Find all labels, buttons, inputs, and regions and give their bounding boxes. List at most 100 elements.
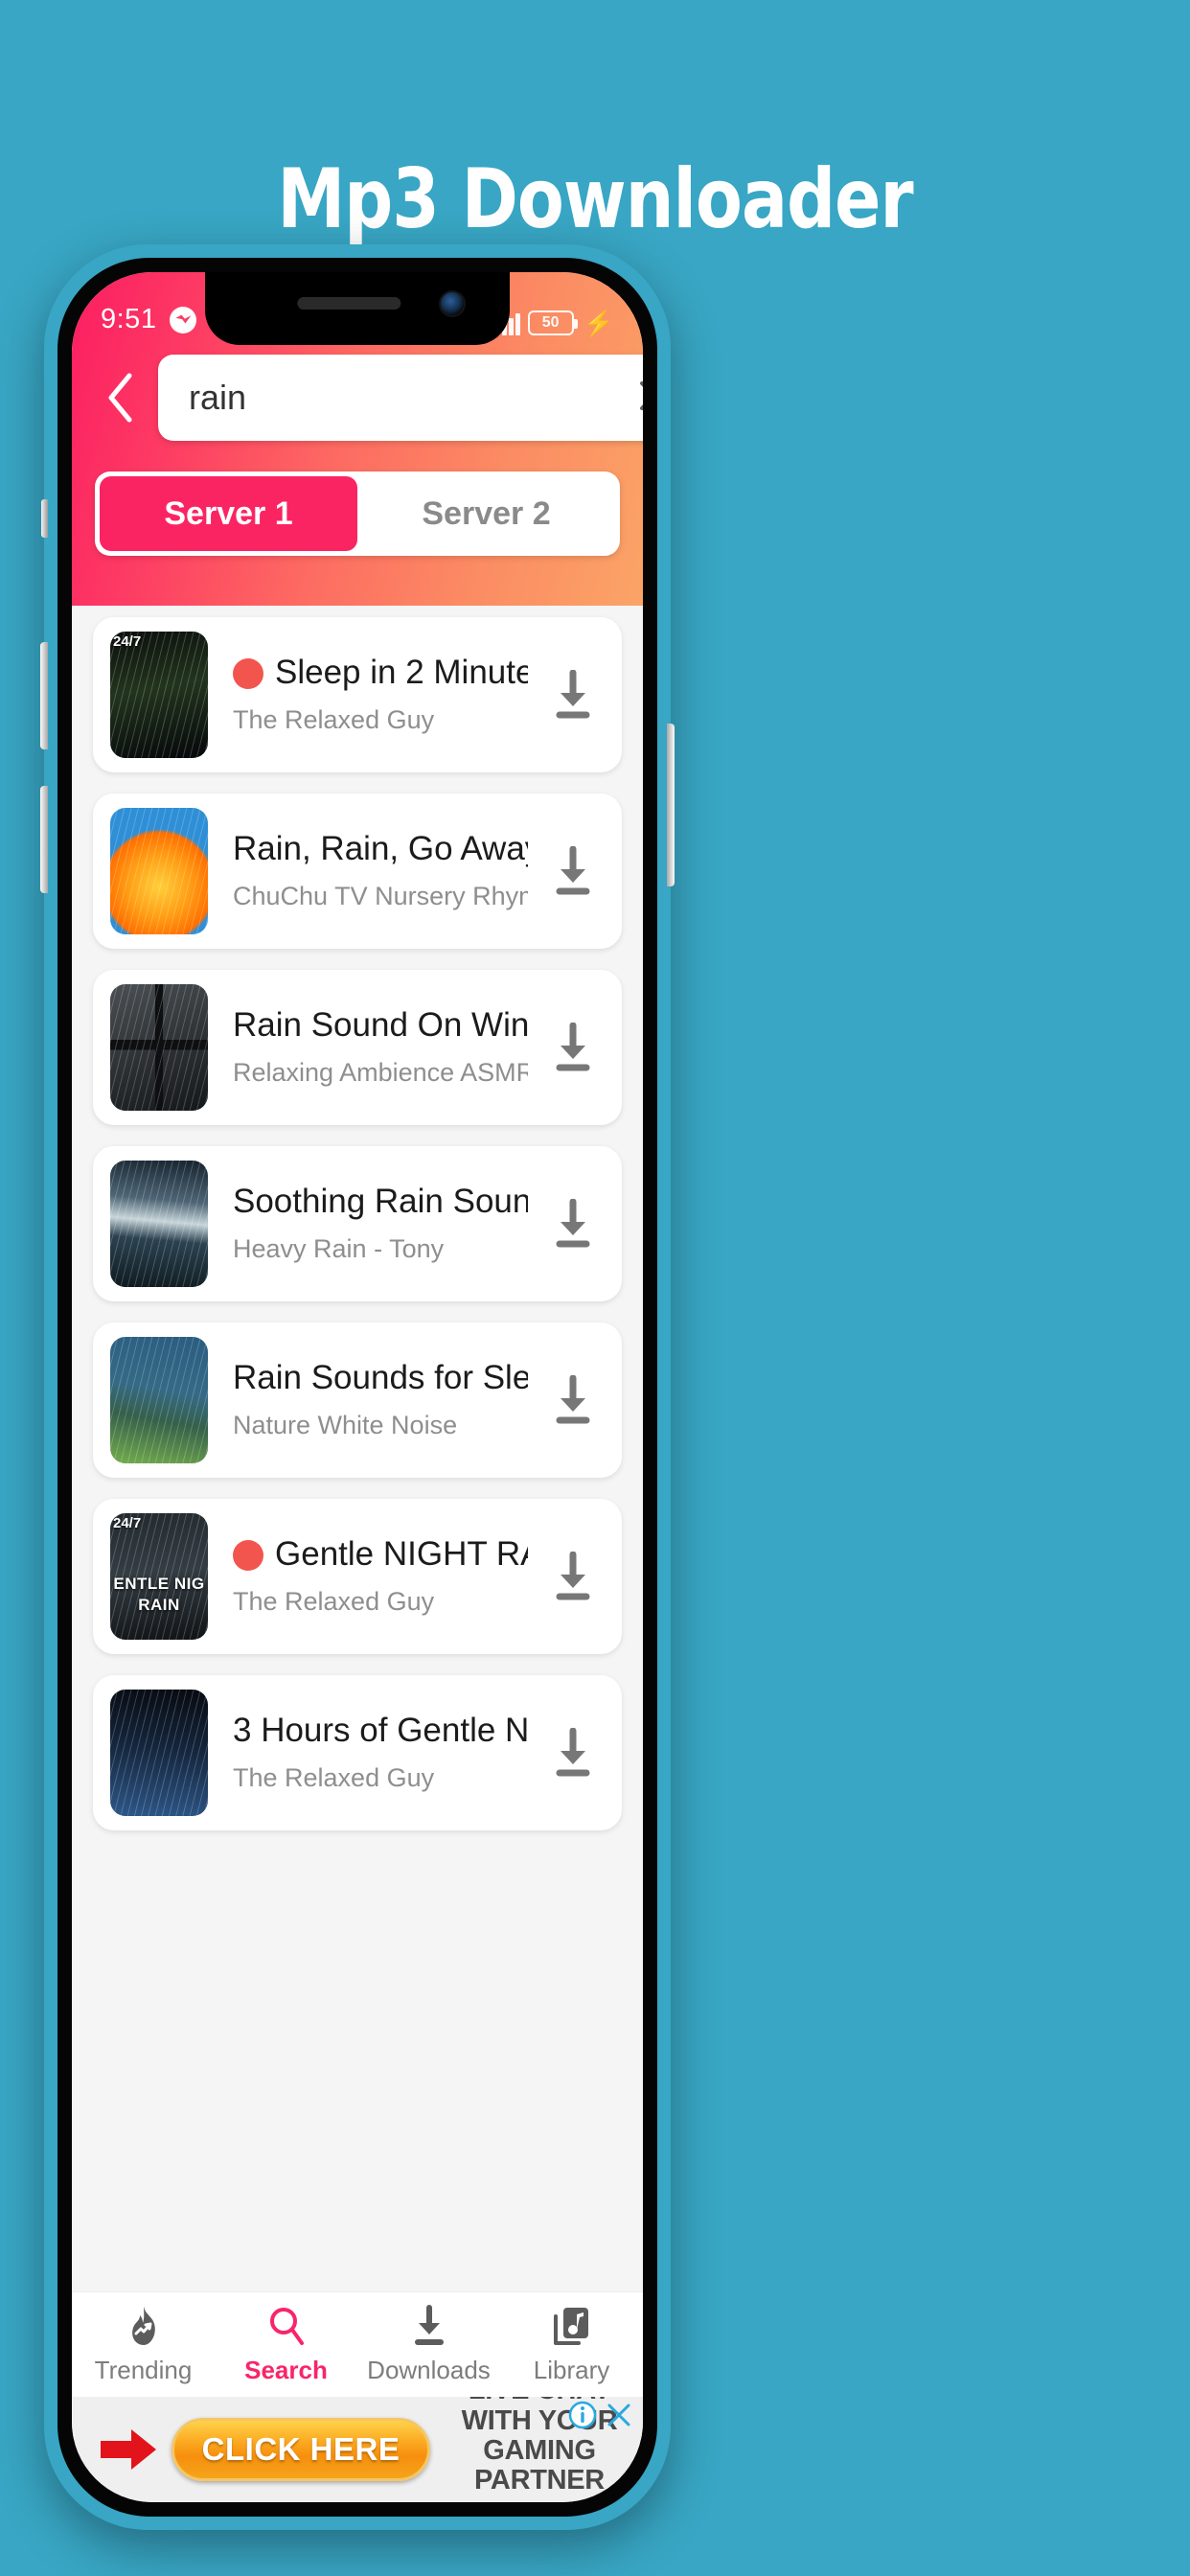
row-artist: The Relaxed Guy [233,1762,435,1792]
front-camera-icon [441,292,464,315]
ad-banner[interactable]: CLICK HERE LIVE CHAT WITH YOUR GAMING PA… [72,2397,643,2502]
ad-separator: | [514,2498,519,2502]
download-button[interactable] [538,846,608,896]
row-title-wrap: Sleep in 2 Minutes to Heav… [233,655,528,692]
trending-flame-icon [131,2305,155,2345]
row-meta: Sleep in 2 Minutes to Heav… The Relaxed … [208,655,538,735]
row-title-wrap: Soothing Rain Sounds In The F… [233,1184,528,1221]
row-title-wrap: 3 Hours of Gentle Night Rain, R… [233,1713,528,1750]
mute-switch[interactable] [41,499,48,538]
table-row[interactable]: Rain Sound On Window with T… Relaxing Am… [93,970,622,1125]
download-icon [414,2304,444,2345]
download-button[interactable] [538,1375,608,1425]
nav-item-search[interactable]: Search [215,2292,357,2397]
table-row[interactable]: Rain Sounds for Sleeping - Sou… Nature W… [93,1322,622,1478]
nav-item-library[interactable]: Library [500,2292,643,2397]
clear-search-button[interactable] [634,376,643,420]
ad-cta-button[interactable]: CLICK HERE [172,2418,430,2481]
row-title: 3 Hours of Gentle Night Rain, R… [233,1713,528,1750]
live-dot-icon [233,1539,263,1571]
nav-label-library: Library [533,2355,610,2384]
row-title: Gentle NIGHT RAIN to Slee… [275,1536,528,1574]
messenger-icon [170,306,197,334]
table-row[interactable]: 3 Hours of Gentle Night Rain, R… The Rel… [93,1675,622,1830]
table-row[interactable]: Rain, Rain, Go Away Nursery R… ChuChu TV… [93,794,622,949]
battery-level-label: 50 [541,314,560,331]
library-music-icon [553,2307,588,2345]
notch [205,272,510,345]
download-button[interactable] [538,1552,608,1601]
thumbnail: 24/7 ENTLE NIG RAIN [110,1513,208,1640]
live-dot-icon [233,657,263,689]
tab-server-1[interactable]: Server 1 [100,476,357,551]
phone-screen: 9:51 KB/S LTE 50 [72,272,643,2502]
nav-item-trending[interactable]: Trending [72,2292,215,2397]
nav-label-search: Search [244,2355,328,2384]
row-meta: Rain Sounds for Sleeping - Sou… Nature W… [208,1360,538,1440]
download-icon [556,1023,590,1071]
row-meta: Gentle NIGHT RAIN to Slee… The Relaxed G… [208,1536,538,1617]
row-meta: Rain, Rain, Go Away Nursery R… ChuChu TV… [208,831,538,911]
row-title: Rain Sounds for Sleeping - Sou… [233,1360,528,1397]
phone-bezel: 9:51 KB/S LTE 50 [57,258,657,2517]
ad-controls [568,2401,633,2429]
download-icon [556,846,590,895]
volume-up-button[interactable] [40,642,48,749]
thumbnail [110,808,208,934]
row-title-wrap: Rain Sound On Window with T… [233,1007,528,1045]
thumbnail [110,984,208,1111]
status-time: 9:51 [101,304,157,334]
power-button[interactable] [667,724,675,886]
search-box[interactable] [158,355,643,441]
nav-label-downloads: Downloads [367,2355,491,2384]
battery-indicator: 50 [527,310,578,335]
download-button[interactable] [538,670,608,720]
download-button[interactable] [538,1023,608,1072]
thumbnail [110,1337,208,1463]
page-title: Mp3 Downloader [277,151,913,247]
row-title-wrap: Rain Sounds for Sleeping - Sou… [233,1360,528,1397]
badge-247: 24/7 [113,1515,142,1531]
back-button[interactable] [89,367,150,428]
table-row[interactable]: Soothing Rain Sounds In The F… Heavy Rai… [93,1146,622,1301]
thumbnail [110,1690,208,1816]
tab-server-2[interactable]: Server 2 [357,476,615,551]
ad-line-3: GaGo | Apply Cost [436,2498,643,2502]
server-tabs: Server 1 Server 2 [95,472,620,556]
chevron-left-icon [108,373,132,423]
download-button[interactable] [538,1728,608,1778]
row-artist: Nature White Noise [233,1410,458,1439]
phone-frame: 9:51 KB/S LTE 50 [40,244,675,2530]
row-title: Soothing Rain Sounds In The F… [233,1184,528,1221]
ad-tagline: Apply Cost [525,2498,631,2502]
bottom-navigation: Trending Search Downloads Library [72,2291,643,2397]
row-title: Sleep in 2 Minutes to Heav… [275,655,528,692]
thumbnail-caption: ENTLE NIG RAIN [113,1575,205,1614]
row-meta: 3 Hours of Gentle Night Rain, R… The Rel… [208,1713,538,1793]
volume-down-button[interactable] [40,786,48,893]
row-artist: The Relaxed Guy [233,704,435,734]
row-meta: Soothing Rain Sounds In The F… Heavy Rai… [208,1184,538,1264]
row-title-wrap: Gentle NIGHT RAIN to Slee… [233,1536,528,1574]
search-row [72,341,643,454]
row-artist: ChuChu TV Nursery Rhymes & Kids So… [233,881,528,910]
table-row[interactable]: 24/7 ENTLE NIGRAIN Gentle NIGHT RAIN to … [93,1499,622,1654]
search-input[interactable] [189,378,634,418]
earpiece-speaker [297,297,401,310]
search-icon [269,2307,304,2345]
red-arrow-icon [101,2429,156,2470]
row-title: Rain Sound On Window with T… [233,1007,528,1045]
nav-item-downloads[interactable]: Downloads [357,2292,500,2397]
row-meta: Rain Sound On Window with T… Relaxing Am… [208,1007,538,1088]
ad-close-icon[interactable] [605,2401,633,2429]
download-icon [556,670,590,719]
ad-brand: GaGo [447,2498,508,2502]
row-artist: Heavy Rain - Tony [233,1233,445,1263]
search-results-list[interactable]: 24/7 Sleep in 2 Minutes to Heav… The Rel… [72,606,643,2291]
table-row[interactable]: 24/7 Sleep in 2 Minutes to Heav… The Rel… [93,617,622,772]
row-artist: Relaxing Ambience ASMR [233,1057,528,1087]
download-button[interactable] [538,1199,608,1249]
row-title: Rain, Rain, Go Away Nursery R… [233,831,528,868]
close-icon [640,381,643,410]
ad-info-icon[interactable] [568,2401,597,2429]
